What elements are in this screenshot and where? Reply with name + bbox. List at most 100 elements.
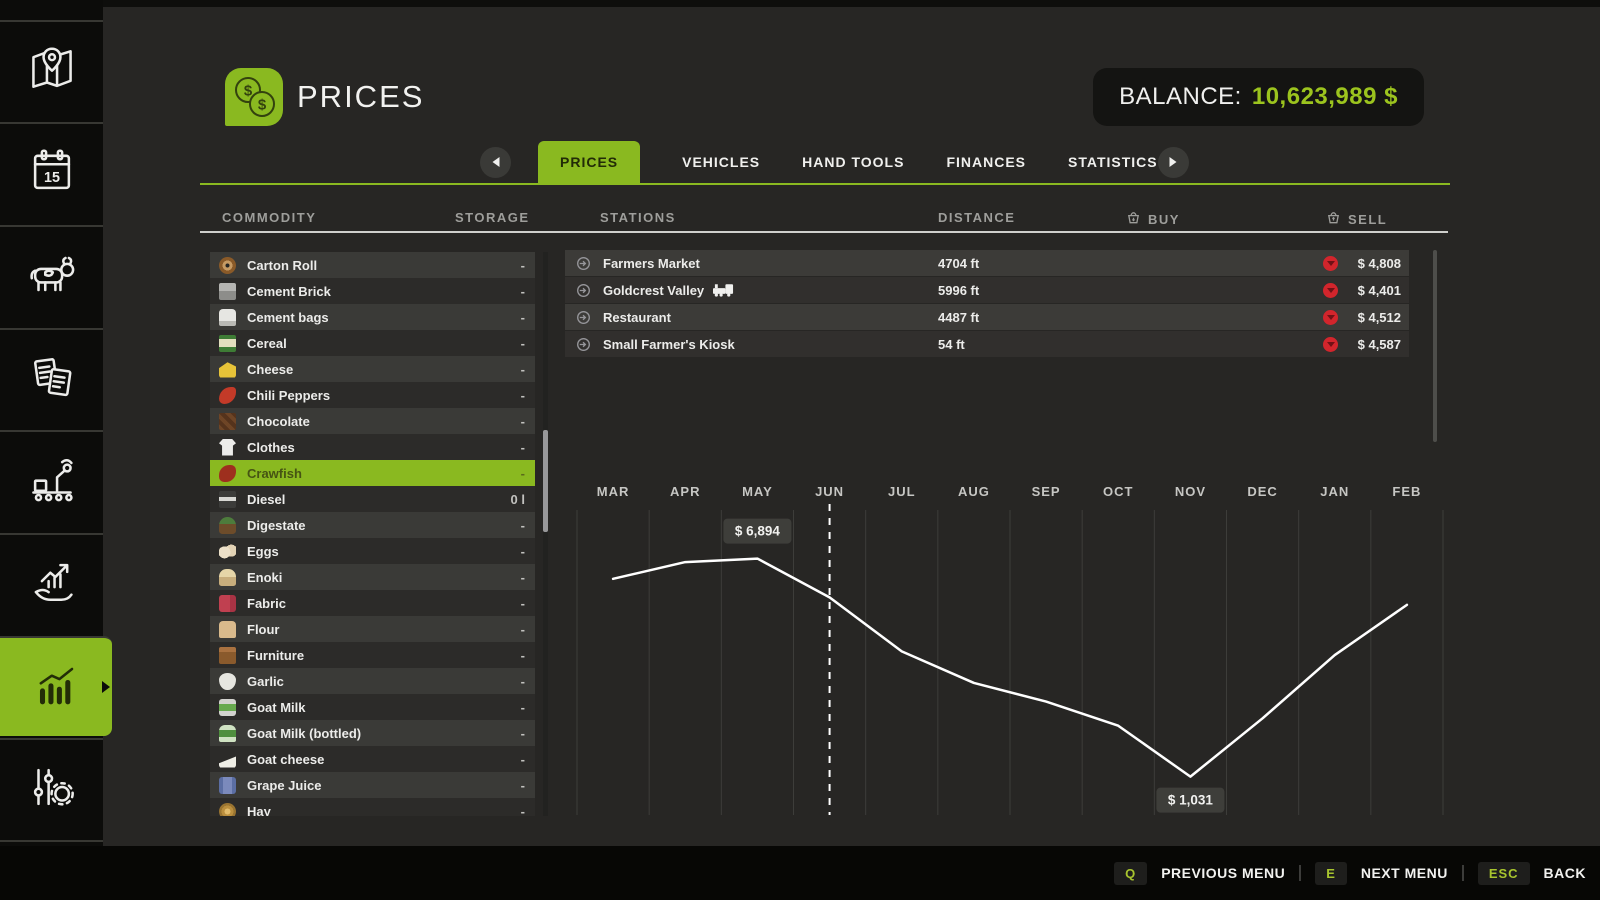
commodity-list-scrollbar-thumb[interactable]: [543, 430, 548, 532]
eggs-icon: [219, 543, 236, 560]
tab-prices[interactable]: PRICES: [538, 141, 640, 184]
chart-month-label: NOV: [1175, 484, 1206, 499]
commodity-row[interactable]: Flour-: [210, 616, 535, 642]
commodity-row[interactable]: Clothes-: [210, 434, 535, 460]
sidebar-item-settings[interactable]: [0, 738, 103, 838]
production-icon: [25, 452, 79, 511]
crawfish-icon: [219, 465, 236, 482]
garlic-icon: [219, 673, 236, 690]
tab-scroll-right-icon[interactable]: [1158, 147, 1189, 178]
chart-month-label: OCT: [1103, 484, 1133, 499]
key-e-badge: E: [1315, 862, 1347, 885]
station-row[interactable]: Small Farmer's Kiosk 54 ft $ 4,587: [565, 331, 1409, 357]
chart-month-label: DEC: [1247, 484, 1277, 499]
commodity-row[interactable]: Goat Milk (bottled)-: [210, 720, 535, 746]
chili-peppers-icon: [219, 387, 236, 404]
key-q-badge: Q: [1114, 862, 1147, 885]
commodity-row[interactable]: Goat Milk-: [210, 694, 535, 720]
stations-scrollbar-thumb[interactable]: [1433, 250, 1437, 442]
sidebar-divider: [0, 840, 103, 842]
balance-label: BALANCE:: [1119, 83, 1242, 111]
chart-month-label: MAY: [742, 484, 773, 499]
page-title: PRICES: [297, 79, 424, 115]
station-row[interactable]: Restaurant 4487 ft $ 4,512: [565, 304, 1409, 330]
buy-basket-icon: [1126, 210, 1141, 228]
price-point-label: $ 6,894: [735, 524, 781, 539]
commodity-row[interactable]: Carton Roll-: [210, 252, 535, 278]
sidebar-item-animals[interactable]: [0, 225, 103, 325]
column-header-commodity: COMMODITY: [222, 210, 316, 225]
chart-month-label: FEB: [1392, 484, 1421, 499]
sell-point-icon: [576, 256, 591, 271]
station-row[interactable]: Farmers Market 4704 ft $ 4,808: [565, 250, 1409, 276]
commodity-row[interactable]: Garlic-: [210, 668, 535, 694]
documents-icon: [25, 350, 79, 409]
hint-separator: [1299, 865, 1301, 881]
commodity-row[interactable]: Goat cheese-: [210, 746, 535, 772]
enoki-icon: [219, 569, 236, 586]
commodity-row[interactable]: Diesel0 l: [210, 486, 535, 512]
stations-list: Farmers Market 4704 ft $ 4,808 Goldcrest…: [565, 250, 1409, 358]
commodity-row[interactable]: Cereal-: [210, 330, 535, 356]
commodity-row[interactable]: Fabric-: [210, 590, 535, 616]
sidebar-item-statistics[interactable]: [0, 636, 112, 736]
back-hint: BACK: [1544, 865, 1586, 881]
prices-coins-icon: $ $: [225, 68, 283, 126]
train-icon: [713, 283, 734, 297]
furniture-icon: [219, 647, 236, 664]
commodity-row[interactable]: Hay-: [210, 798, 535, 816]
sidebar-item-finances[interactable]: [0, 533, 103, 633]
commodity-row-selected[interactable]: Crawfish-: [210, 460, 535, 486]
digestate-icon: [219, 517, 236, 534]
chart-month-label: AUG: [958, 484, 990, 499]
price-point-label: $ 1,031: [1168, 793, 1214, 808]
sidebar-item-map[interactable]: [0, 20, 103, 120]
column-header-distance: DISTANCE: [938, 210, 1015, 225]
cheese-icon: [219, 361, 236, 378]
clothes-icon: [219, 439, 236, 456]
previous-menu-hint: PREVIOUS MENU: [1161, 865, 1285, 881]
sidebar: 15: [0, 0, 103, 846]
price-trend-down-icon: [1323, 337, 1338, 352]
tab-statistics[interactable]: STATISTICS: [1068, 154, 1158, 170]
svg-text:15: 15: [44, 169, 60, 185]
statistics-icon: [29, 658, 83, 717]
price-trend-down-icon: [1323, 283, 1338, 298]
tab-hand-tools[interactable]: HAND TOOLS: [802, 154, 904, 170]
goat-cheese-icon: [219, 751, 236, 768]
tab-bar: PRICES VEHICLES HAND TOOLS FINANCES STAT…: [480, 140, 1170, 184]
tab-scroll-left-icon[interactable]: [480, 147, 511, 178]
next-menu-hint: NEXT MENU: [1361, 865, 1448, 881]
commodity-row[interactable]: Eggs-: [210, 538, 535, 564]
sell-point-icon: [576, 310, 591, 325]
carton-roll-icon: [219, 257, 236, 274]
commodity-row[interactable]: Digestate-: [210, 512, 535, 538]
sidebar-item-production[interactable]: [0, 430, 103, 530]
goat-milk-bottled-icon: [219, 725, 236, 742]
price-trend-down-icon: [1323, 256, 1338, 271]
sell-basket-icon: [1326, 210, 1341, 228]
station-row[interactable]: Goldcrest Valley 5996 ft $ 4,401: [565, 277, 1409, 303]
price-chart: MARAPRMAYJUNJULAUGSEPOCTNOVDECJANFEB$ 6,…: [563, 470, 1449, 820]
commodity-row[interactable]: Furniture-: [210, 642, 535, 668]
commodity-row[interactable]: Chocolate-: [210, 408, 535, 434]
commodity-row[interactable]: Cement bags-: [210, 304, 535, 330]
sidebar-item-contracts[interactable]: [0, 328, 103, 428]
sidebar-item-calendar[interactable]: 15: [0, 122, 103, 222]
commodity-row[interactable]: Cheese-: [210, 356, 535, 382]
column-header-sell: SELL: [1326, 210, 1387, 228]
sell-point-icon: [576, 283, 591, 298]
commodity-row[interactable]: Cement Brick-: [210, 278, 535, 304]
price-chart-svg: MARAPRMAYJUNJULAUGSEPOCTNOVDECJANFEB$ 6,…: [563, 470, 1449, 820]
top-strip: [0, 0, 1600, 7]
diesel-icon: [219, 491, 236, 508]
commodity-row[interactable]: Grape Juice-: [210, 772, 535, 798]
goat-milk-icon: [219, 699, 236, 716]
map-icon: [25, 42, 79, 101]
tab-vehicles[interactable]: VEHICLES: [682, 154, 760, 170]
commodity-row[interactable]: Enoki-: [210, 564, 535, 590]
tab-finances[interactable]: FINANCES: [946, 154, 1026, 170]
chart-month-label: SEP: [1032, 484, 1061, 499]
commodity-row[interactable]: Chili Peppers-: [210, 382, 535, 408]
chart-month-label: MAR: [597, 484, 630, 499]
